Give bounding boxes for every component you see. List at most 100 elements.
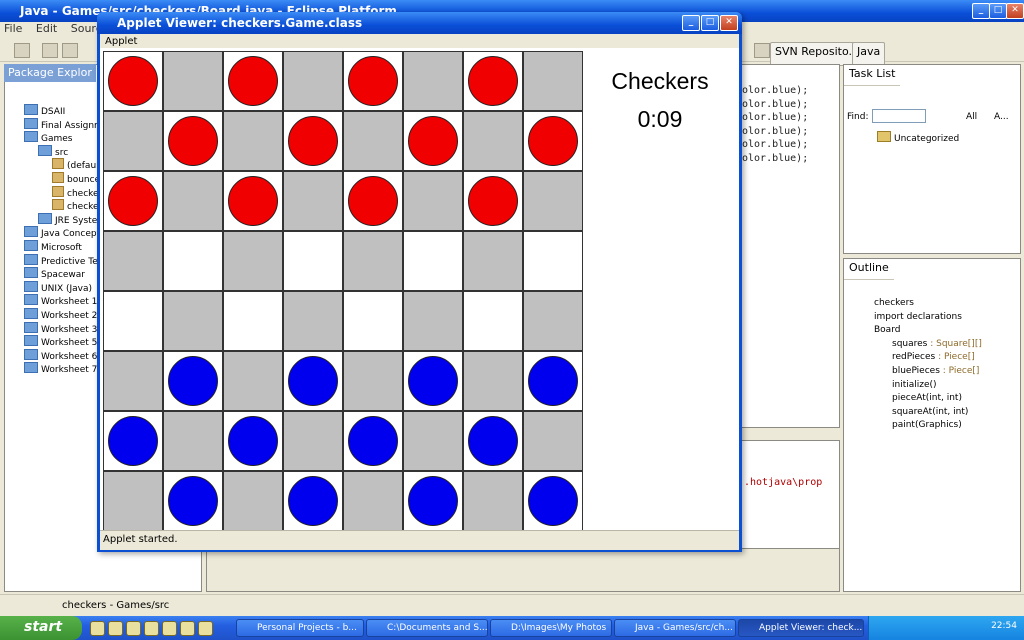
blue-piece[interactable]	[408, 476, 458, 526]
board-square[interactable]	[523, 171, 583, 231]
tree-item[interactable]: UNIX (Java)	[24, 280, 92, 295]
board-square[interactable]	[163, 291, 223, 351]
all-filter[interactable]: All	[966, 112, 977, 122]
tree-item[interactable]: Predictive Text	[24, 253, 106, 268]
outline-item[interactable]: redPieces : Piece[]	[892, 352, 975, 362]
board-square[interactable]	[403, 51, 463, 111]
board-square[interactable]	[463, 471, 523, 531]
board-square[interactable]	[343, 351, 403, 411]
quicklaunch-editor-icon[interactable]	[180, 621, 195, 636]
board-square[interactable]	[223, 51, 283, 111]
blue-piece[interactable]	[348, 416, 398, 466]
red-piece[interactable]	[108, 176, 158, 226]
board-square[interactable]	[403, 411, 463, 471]
quicklaunch-player-icon[interactable]	[162, 621, 177, 636]
activate-filter[interactable]: A...	[994, 112, 1009, 122]
perspective-java[interactable]: Java	[852, 42, 886, 66]
board-square[interactable]	[283, 471, 343, 531]
board-square[interactable]	[343, 51, 403, 111]
blue-piece[interactable]	[408, 356, 458, 406]
board-square[interactable]	[283, 231, 343, 291]
blue-piece[interactable]	[228, 416, 278, 466]
close-button[interactable]: ✕	[1006, 3, 1024, 19]
applet-maximize-button[interactable]: □	[701, 15, 719, 31]
board-square[interactable]	[283, 111, 343, 171]
blue-piece[interactable]	[288, 476, 338, 526]
board-square[interactable]	[163, 411, 223, 471]
outline-item[interactable]: pieceAt(int, int)	[892, 393, 962, 403]
board-square[interactable]	[463, 111, 523, 171]
blue-piece[interactable]	[168, 356, 218, 406]
minimize-button[interactable]: _	[972, 3, 990, 19]
checkers-board[interactable]	[103, 51, 583, 531]
board-square[interactable]	[523, 51, 583, 111]
task-personal-projects[interactable]: Personal Projects - b...	[236, 619, 364, 637]
board-square[interactable]	[463, 231, 523, 291]
tree-item[interactable]: Microsoft	[24, 240, 82, 254]
board-square[interactable]	[403, 291, 463, 351]
task-eclipse[interactable]: Java - Games/src/ch...	[614, 619, 736, 637]
outline-item[interactable]: import declarations	[874, 312, 962, 322]
outline-item[interactable]: Board	[874, 325, 900, 335]
board-square[interactable]	[223, 111, 283, 171]
red-piece[interactable]	[288, 116, 338, 166]
menu-edit[interactable]: Edit	[36, 22, 57, 35]
board-square[interactable]	[103, 231, 163, 291]
board-square[interactable]	[163, 471, 223, 531]
blue-piece[interactable]	[168, 476, 218, 526]
board-square[interactable]	[463, 411, 523, 471]
tree-item[interactable]: bounce	[52, 172, 100, 186]
tree-item[interactable]: src	[38, 144, 68, 159]
tree-item[interactable]: (defaul	[52, 158, 99, 172]
applet-close-button[interactable]: ✕	[720, 15, 738, 31]
tree-item[interactable]: Worksheet 3	[24, 321, 97, 336]
outline-item[interactable]: paint(Graphics)	[892, 420, 962, 430]
board-square[interactable]	[523, 291, 583, 351]
board-square[interactable]	[523, 411, 583, 471]
quicklaunch-firefox-icon[interactable]	[108, 621, 123, 636]
applet-canvas[interactable]: Checkers 0:09	[100, 48, 739, 531]
menu-file[interactable]: File	[4, 22, 22, 35]
board-square[interactable]	[343, 111, 403, 171]
board-square[interactable]	[403, 351, 463, 411]
board-square[interactable]	[163, 111, 223, 171]
tree-item[interactable]: Worksheet 1	[24, 294, 97, 308]
blue-piece[interactable]	[528, 356, 578, 406]
open-perspective-icon[interactable]	[754, 43, 770, 58]
editor-scrollbar[interactable]	[206, 548, 840, 592]
tab-task-list[interactable]: Task List	[844, 65, 901, 86]
red-piece[interactable]	[168, 116, 218, 166]
board-square[interactable]	[523, 231, 583, 291]
start-button[interactable]: start	[0, 616, 82, 640]
board-square[interactable]	[103, 471, 163, 531]
red-piece[interactable]	[468, 56, 518, 106]
new-icon[interactable]	[14, 43, 30, 58]
board-square[interactable]	[163, 231, 223, 291]
board-square[interactable]	[463, 171, 523, 231]
red-piece[interactable]	[108, 56, 158, 106]
board-square[interactable]	[523, 351, 583, 411]
tree-item[interactable]: Worksheet 7	[24, 362, 97, 376]
board-square[interactable]	[343, 291, 403, 351]
red-piece[interactable]	[348, 56, 398, 106]
category-uncategorized[interactable]: Uncategorized	[877, 131, 959, 144]
red-piece[interactable]	[408, 116, 458, 166]
outline-item[interactable]: squareAt(int, int)	[892, 407, 968, 417]
board-square[interactable]	[283, 51, 343, 111]
red-piece[interactable]	[528, 116, 578, 166]
quicklaunch-desktop-icon[interactable]	[90, 621, 105, 636]
board-square[interactable]	[343, 231, 403, 291]
board-square[interactable]	[343, 411, 403, 471]
outline-item[interactable]: bluePieces : Piece[]	[892, 366, 979, 376]
quicklaunch-app-icon[interactable]	[198, 621, 213, 636]
blue-piece[interactable]	[468, 416, 518, 466]
red-piece[interactable]	[228, 56, 278, 106]
tree-item[interactable]: checke	[52, 185, 99, 200]
board-square[interactable]	[403, 471, 463, 531]
save-icon[interactable]	[42, 43, 58, 58]
board-square[interactable]	[223, 291, 283, 351]
red-piece[interactable]	[348, 176, 398, 226]
tree-item[interactable]: Java Concepts	[24, 226, 105, 240]
board-square[interactable]	[463, 291, 523, 351]
tab-outline[interactable]: Outline	[844, 259, 894, 280]
